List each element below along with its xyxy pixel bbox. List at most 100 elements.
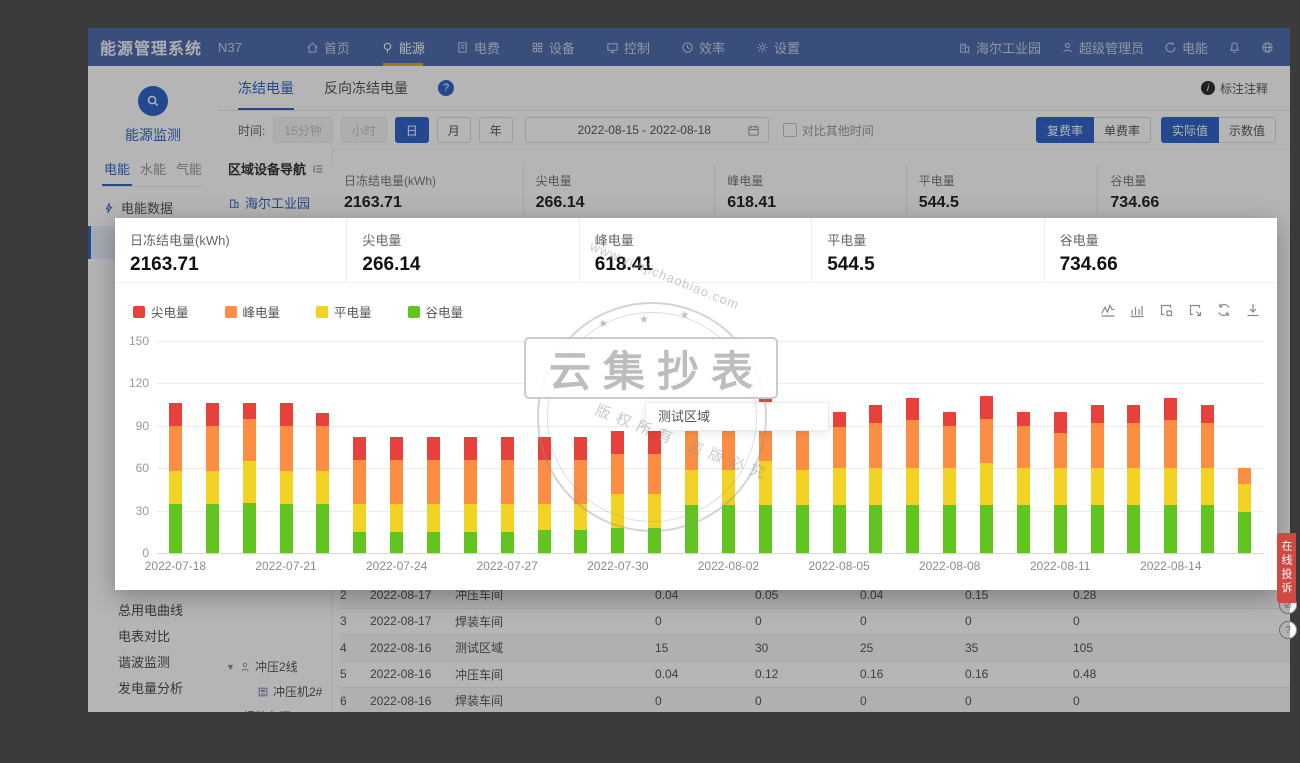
bar-segment-平电量 bbox=[464, 504, 477, 532]
line-chart-icon[interactable] bbox=[1100, 302, 1116, 318]
bar-segment-谷电量 bbox=[1164, 505, 1177, 553]
bar-2022-07-29[interactable] bbox=[574, 437, 587, 553]
bar-segment-平电量 bbox=[722, 470, 735, 505]
bar-segment-尖电量 bbox=[206, 403, 219, 426]
bar-segment-尖电量 bbox=[390, 437, 403, 460]
bar-2022-07-27[interactable] bbox=[501, 437, 514, 553]
bar-2022-07-22[interactable] bbox=[316, 413, 329, 553]
bar-segment-平电量 bbox=[243, 461, 256, 503]
bar-segment-谷电量 bbox=[574, 530, 587, 553]
bar-2022-08-09[interactable] bbox=[980, 396, 993, 553]
bar-2022-07-31[interactable] bbox=[648, 431, 661, 553]
y-axis-tick: 0 bbox=[117, 546, 149, 560]
bar-2022-08-11[interactable] bbox=[1054, 412, 1067, 553]
legend-item-0[interactable]: 尖电量 bbox=[133, 302, 189, 321]
bar-segment-平电量 bbox=[1127, 468, 1140, 505]
bar-2022-07-18[interactable] bbox=[169, 403, 182, 553]
bar-segment-峰电量 bbox=[464, 460, 477, 504]
legend-swatch bbox=[225, 306, 237, 318]
bar-segment-尖电量 bbox=[574, 437, 587, 460]
y-axis-tick: 60 bbox=[117, 461, 149, 475]
bar-segment-峰电量 bbox=[390, 460, 403, 504]
bar-2022-08-04[interactable] bbox=[796, 431, 809, 553]
stat-value: 734.66 bbox=[1060, 254, 1277, 276]
stat-label: 平电量 bbox=[827, 230, 1043, 249]
bar-2022-07-23[interactable] bbox=[353, 437, 366, 553]
bar-chart-icon[interactable] bbox=[1129, 302, 1145, 318]
x-axis-tick: 2022-07-27 bbox=[462, 559, 552, 573]
bar-segment-平电量 bbox=[1164, 468, 1177, 505]
bar-2022-08-07[interactable] bbox=[906, 398, 919, 553]
bar-2022-07-25[interactable] bbox=[427, 437, 440, 553]
bar-2022-07-21[interactable] bbox=[280, 403, 293, 553]
stacked-bar-chart: 测试区域 03060901201502022-07-182022-07-2120… bbox=[115, 326, 1277, 590]
bar-segment-尖电量 bbox=[316, 413, 329, 426]
bar-segment-谷电量 bbox=[169, 504, 182, 553]
bar-segment-峰电量 bbox=[796, 431, 809, 469]
popup-stat-4: 谷电量 734.66 bbox=[1045, 218, 1277, 282]
bar-2022-08-01[interactable] bbox=[685, 431, 698, 553]
bar-segment-尖电量 bbox=[1164, 398, 1177, 421]
zoom-select-icon[interactable] bbox=[1158, 302, 1174, 318]
bar-2022-07-28[interactable] bbox=[538, 437, 551, 553]
bar-segment-峰电量 bbox=[280, 426, 293, 471]
bar-segment-峰电量 bbox=[574, 460, 587, 504]
legend-label: 尖电量 bbox=[151, 302, 189, 321]
bar-segment-尖电量 bbox=[1201, 405, 1214, 423]
bar-2022-07-20[interactable] bbox=[243, 403, 256, 553]
bar-segment-尖电量 bbox=[1054, 412, 1067, 433]
popup-stat-2: 峰电量618.41 bbox=[580, 218, 812, 282]
bar-segment-谷电量 bbox=[206, 504, 219, 553]
stat-label: 峰电量 bbox=[595, 230, 811, 249]
bar-segment-尖电量 bbox=[611, 431, 624, 454]
bar-segment-峰电量 bbox=[1201, 423, 1214, 468]
legend-item-2[interactable]: 平电量 bbox=[316, 302, 372, 321]
bar-segment-尖电量 bbox=[243, 403, 256, 419]
bar-segment-谷电量 bbox=[1201, 505, 1214, 553]
bar-2022-07-30[interactable] bbox=[611, 431, 624, 553]
bar-segment-尖电量 bbox=[869, 405, 882, 423]
legend-swatch bbox=[408, 306, 420, 318]
bar-segment-峰电量 bbox=[169, 426, 182, 471]
bar-2022-08-12[interactable] bbox=[1091, 405, 1104, 553]
x-axis-tick: 2022-07-18 bbox=[130, 559, 220, 573]
bar-segment-谷电量 bbox=[906, 505, 919, 553]
refresh-icon[interactable] bbox=[1216, 302, 1232, 318]
bar-segment-谷电量 bbox=[796, 505, 809, 553]
bar-2022-08-08[interactable] bbox=[943, 412, 956, 553]
bar-2022-08-14[interactable] bbox=[1164, 398, 1177, 553]
legend-item-1[interactable]: 峰电量 bbox=[225, 302, 281, 321]
bar-2022-08-13[interactable] bbox=[1127, 405, 1140, 553]
download-icon[interactable] bbox=[1245, 302, 1261, 318]
bar-2022-07-26[interactable] bbox=[464, 437, 477, 553]
bar-segment-尖电量 bbox=[427, 437, 440, 460]
zoom-restore-icon[interactable] bbox=[1187, 302, 1203, 318]
bar-segment-峰电量 bbox=[1054, 433, 1067, 468]
bar-segment-尖电量 bbox=[1017, 412, 1030, 426]
bar-2022-08-06[interactable] bbox=[869, 405, 882, 553]
bar-2022-08-10[interactable] bbox=[1017, 412, 1030, 553]
x-axis-tick: 2022-07-24 bbox=[352, 559, 442, 573]
legend-item-3[interactable]: 谷电量 bbox=[408, 302, 464, 321]
bar-segment-峰电量 bbox=[538, 460, 551, 504]
online-complaint-tab[interactable]: 在线投诉 bbox=[1277, 533, 1296, 603]
bar-2022-08-15[interactable] bbox=[1201, 405, 1214, 553]
stat-label: 谷电量 bbox=[1060, 230, 1277, 249]
x-axis-tick: 2022-07-21 bbox=[241, 559, 331, 573]
stat-value: 266.14 bbox=[362, 254, 578, 276]
bar-segment-谷电量 bbox=[722, 505, 735, 553]
bar-segment-峰电量 bbox=[243, 419, 256, 461]
gridline bbox=[157, 341, 1263, 342]
bar-segment-谷电量 bbox=[980, 505, 993, 553]
bar-segment-谷电量 bbox=[390, 532, 403, 553]
bar-segment-平电量 bbox=[427, 504, 440, 532]
bar-2022-07-19[interactable] bbox=[206, 403, 219, 553]
bar-2022-07-24[interactable] bbox=[390, 437, 403, 553]
bar-segment-尖电量 bbox=[648, 431, 661, 454]
bar-2022-08-02[interactable] bbox=[722, 431, 735, 553]
bar-segment-谷电量 bbox=[1017, 505, 1030, 553]
bar-segment-尖电量 bbox=[943, 412, 956, 426]
bar-segment-谷电量 bbox=[648, 528, 661, 553]
bar-2022-08-16[interactable] bbox=[1238, 468, 1251, 553]
bar-2022-08-05[interactable] bbox=[833, 412, 846, 553]
